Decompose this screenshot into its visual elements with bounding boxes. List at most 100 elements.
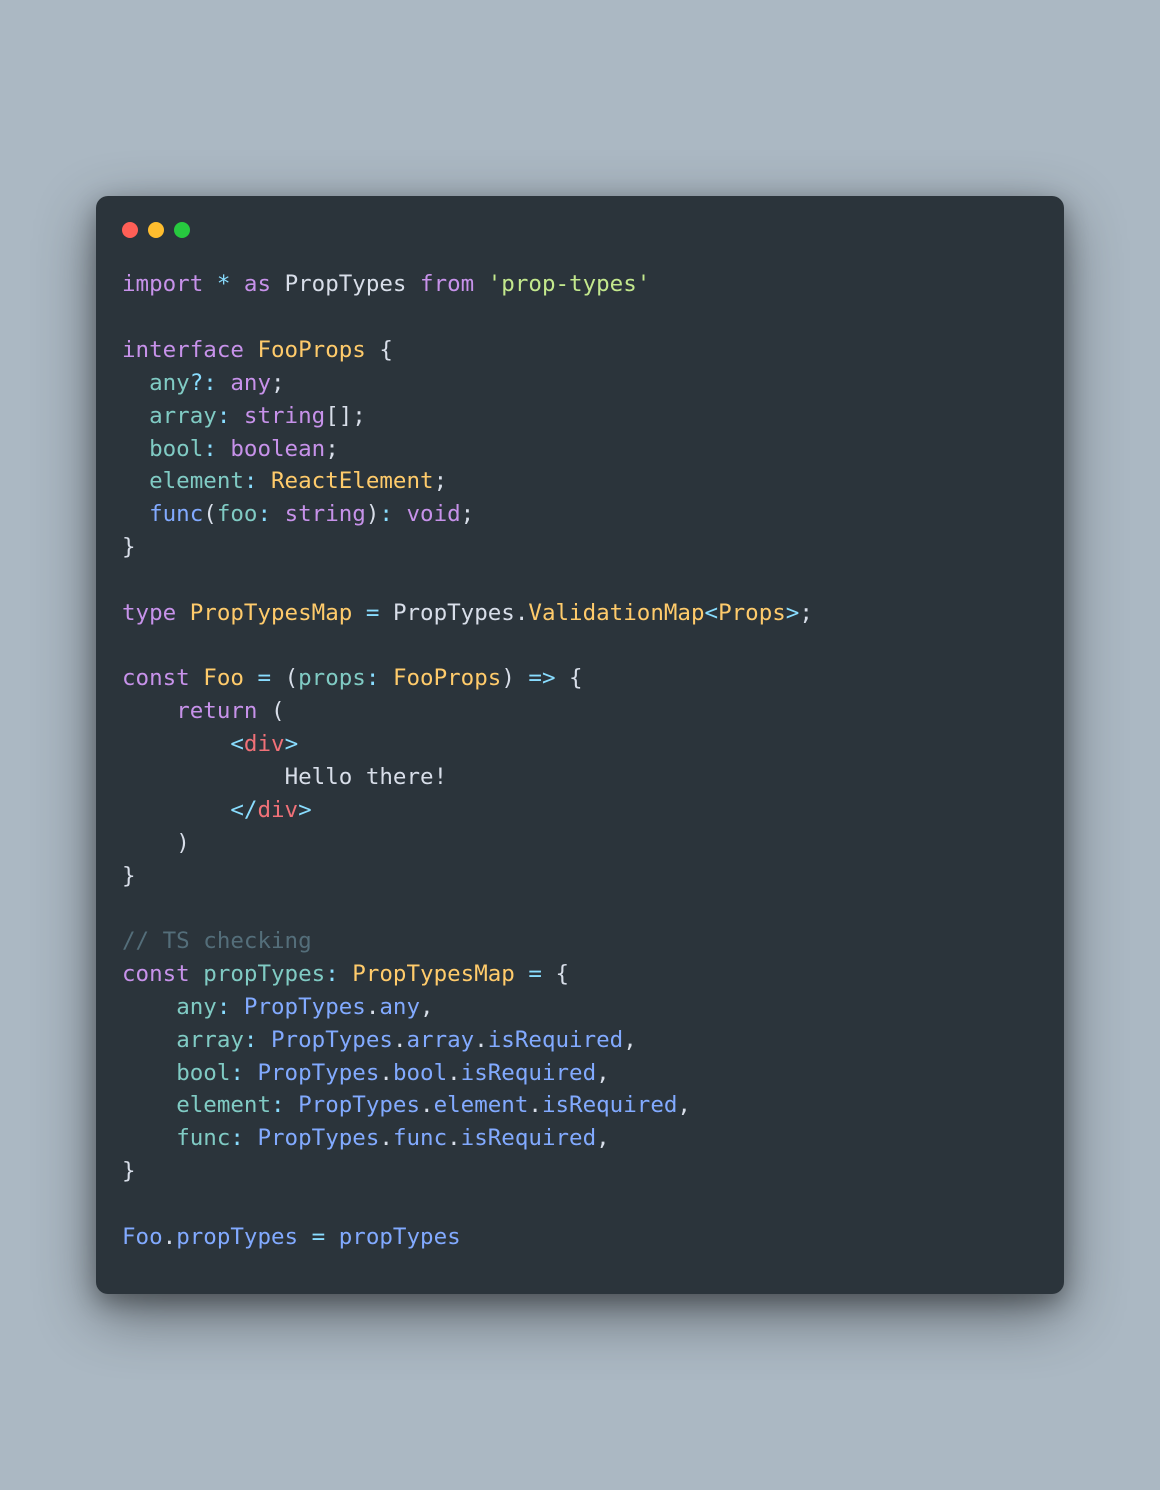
keyword-import: import <box>122 271 203 297</box>
key: array <box>176 1027 244 1053</box>
comma: , <box>596 1125 610 1151</box>
obj: Foo <box>122 1224 163 1250</box>
brace: } <box>122 534 136 560</box>
lt-token: < <box>705 600 719 626</box>
window-titlebar <box>96 222 1064 260</box>
member: bool <box>393 1060 447 1086</box>
jsx-close-bracket: > <box>285 731 299 757</box>
dot-token: . <box>379 1125 393 1151</box>
semicolon: ; <box>799 600 813 626</box>
brace: } <box>122 863 136 889</box>
const-name: propTypes <box>203 961 325 987</box>
comma: , <box>677 1092 691 1118</box>
gt-token: > <box>786 600 800 626</box>
type-string: string <box>285 501 366 527</box>
colon-token: : <box>230 1060 244 1086</box>
namespace: PropTypes <box>298 1092 420 1118</box>
dot-token: . <box>447 1125 461 1151</box>
code-window: import * as PropTypes from 'prop-types' … <box>96 196 1064 1293</box>
colon-token: : <box>203 436 217 462</box>
semicolon: ; <box>434 468 448 494</box>
member: isRequired <box>461 1060 596 1086</box>
jsx-close-bracket: > <box>298 797 312 823</box>
member: func <box>393 1125 447 1151</box>
keyword-const: const <box>122 961 190 987</box>
const-name: Foo <box>203 665 244 691</box>
dot-token: . <box>163 1224 177 1250</box>
string-literal: 'prop-types' <box>488 271 651 297</box>
keyword-return: return <box>176 698 257 724</box>
key: func <box>176 1125 230 1151</box>
member: isRequired <box>461 1125 596 1151</box>
lparen: ( <box>285 665 299 691</box>
prop-name: any <box>149 370 190 396</box>
dot-token: . <box>393 1027 407 1053</box>
brace: { <box>556 961 570 987</box>
key: element <box>176 1092 271 1118</box>
jsx-tag-div: div <box>257 797 298 823</box>
minimize-icon[interactable] <box>148 222 164 238</box>
namespace: PropTypes <box>244 994 366 1020</box>
prop-name: array <box>149 403 217 429</box>
keyword-const: const <box>122 665 190 691</box>
member: element <box>434 1092 529 1118</box>
colon-token: : <box>203 370 217 396</box>
dot-token: . <box>515 600 529 626</box>
type-any: any <box>230 370 271 396</box>
equals-token: = <box>312 1224 326 1250</box>
maximize-icon[interactable] <box>174 222 190 238</box>
dot-token: . <box>379 1060 393 1086</box>
equals-token: = <box>257 665 271 691</box>
brace: { <box>569 665 583 691</box>
dot-token: . <box>528 1092 542 1118</box>
brace: { <box>379 337 393 363</box>
keyword-interface: interface <box>122 337 244 363</box>
member: array <box>406 1027 474 1053</box>
colon-token: : <box>379 501 393 527</box>
keyword-from: from <box>420 271 474 297</box>
rparen: ) <box>501 665 515 691</box>
star-token: * <box>217 271 231 297</box>
semicolon: ; <box>461 501 475 527</box>
semicolon: ; <box>271 370 285 396</box>
param-name: foo <box>217 501 258 527</box>
jsx-open-bracket: < <box>230 797 244 823</box>
colon-token: : <box>217 403 231 429</box>
brace: } <box>122 1158 136 1184</box>
rparen: ) <box>176 830 190 856</box>
comment: // TS checking <box>122 928 312 954</box>
semicolon: ; <box>352 403 366 429</box>
type-reactelement: ReactElement <box>271 468 434 494</box>
arrow-token: => <box>528 665 555 691</box>
colon-token: : <box>244 468 258 494</box>
colon-token: : <box>271 1092 285 1118</box>
jsx-slash: / <box>244 797 258 823</box>
prop-name: bool <box>149 436 203 462</box>
comma: , <box>623 1027 637 1053</box>
type-string: string <box>244 403 325 429</box>
colon-token: : <box>230 1125 244 1151</box>
colon-token: : <box>366 665 380 691</box>
dot-token: . <box>474 1027 488 1053</box>
keyword-type: type <box>122 600 176 626</box>
dot-token: . <box>447 1060 461 1086</box>
member: any <box>379 994 420 1020</box>
array-brackets: [] <box>325 403 352 429</box>
equals-token: = <box>528 961 542 987</box>
comma: , <box>420 994 434 1020</box>
close-icon[interactable] <box>122 222 138 238</box>
value: propTypes <box>339 1224 461 1250</box>
prop: propTypes <box>176 1224 298 1250</box>
colon-token: : <box>217 994 231 1020</box>
type-boolean: boolean <box>230 436 325 462</box>
question-token: ? <box>190 370 204 396</box>
rparen: ) <box>366 501 380 527</box>
method-name: func <box>149 501 203 527</box>
colon-token: : <box>244 1027 258 1053</box>
type-name: FooProps <box>257 337 365 363</box>
namespace: PropTypes <box>257 1125 379 1151</box>
dot-token: . <box>366 994 380 1020</box>
dot-token: . <box>420 1092 434 1118</box>
key: any <box>176 994 217 1020</box>
jsx-open-bracket: < <box>230 731 244 757</box>
